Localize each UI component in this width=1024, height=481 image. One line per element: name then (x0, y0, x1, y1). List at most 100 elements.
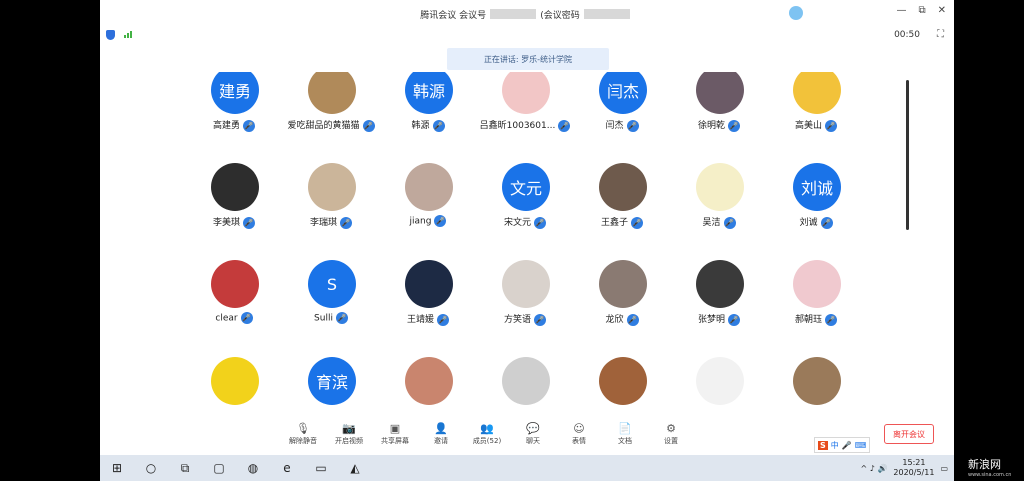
participant-name: 王靖媛 🎤 (378, 312, 478, 326)
mic-muted-icon: 🎤 (240, 312, 253, 324)
participant-tile[interactable] (669, 337, 769, 412)
ime-lang[interactable]: 中 (831, 440, 839, 451)
participant-avatar: 闫杰 (599, 72, 647, 114)
participant-name: 郝朝珏 🎤 (766, 312, 866, 326)
meeting-window: 腾讯会议 会议号 (会议密码 — ⧉ ✕ 00:50 ⛶ 正在讲话: 罗乐-统计… (100, 0, 954, 481)
participant-tile[interactable]: clear 🎤 (184, 240, 284, 336)
mic-muted-icon: 🎤 (820, 216, 833, 229)
tencent-meeting-icon[interactable]: ◭ (338, 455, 372, 481)
minimize-button[interactable]: — (896, 5, 906, 16)
leave-meeting-button[interactable]: 离开会议 (884, 424, 934, 444)
notification-icon[interactable]: ▭ (940, 464, 948, 473)
folder-icon[interactable]: ▭ (304, 455, 338, 481)
participant-tile[interactable]: 王靖媛 🎤 (378, 240, 478, 336)
participant-tile[interactable]: 郝朝珏 🎤 (766, 240, 866, 336)
participant-tile[interactable]: 高美山 🎤 (766, 72, 866, 142)
ime-keyboard-icon[interactable]: ⌨ (855, 441, 867, 450)
members-button[interactable]: 👥 成员(52) (464, 422, 510, 452)
participant-tile[interactable]: 文元 宋文元 🎤 (475, 143, 575, 239)
ime-toolbar[interactable]: S 中 🎤 ⌨ (814, 437, 871, 453)
participant-name-text: 吴洁 (702, 218, 721, 228)
docs-button[interactable]: 📄 文档 (602, 422, 648, 452)
chat-button[interactable]: 💬 聊天 (510, 422, 556, 452)
participant-tile[interactable]: 方笑语 🎤 (475, 240, 575, 336)
participant-name-text: 方笑语 (503, 315, 531, 325)
signal-icon[interactable] (124, 31, 132, 38)
participant-avatar (502, 357, 550, 405)
participant-name: 方笑语 🎤 (475, 312, 575, 326)
participant-tile[interactable] (378, 337, 478, 412)
mute-button[interactable]: 🎙 解除静音 (280, 422, 326, 452)
participant-tile[interactable]: 刘诚 刘诚 🎤 (766, 143, 866, 239)
participant-name-text: 刘诚 (799, 218, 818, 228)
participant-name-text: 李美琪 (212, 218, 240, 228)
participant-name-text: 王鑫子 (600, 218, 628, 228)
participant-avatar (308, 72, 356, 114)
participant-avatar (308, 163, 356, 211)
participant-avatar (405, 260, 453, 308)
participant-name: 吕鑫昕1003601... 🎤 (475, 118, 575, 132)
participant-avatar (793, 260, 841, 308)
participant-tile[interactable] (572, 337, 672, 412)
settings-button[interactable]: ⚙ 设置 (648, 422, 694, 452)
participant-tile[interactable]: 吕鑫昕1003601... 🎤 (475, 72, 575, 142)
participant-tile[interactable]: 建勇 高建勇 🎤 (184, 72, 284, 142)
participant-name-text: 徐明乾 (697, 121, 725, 131)
participant-avatar (696, 260, 744, 308)
restore-button[interactable]: ⧉ (918, 5, 925, 16)
clock[interactable]: 15:21 2020/5/11 (893, 458, 934, 478)
participant-tile[interactable]: jiang 🎤 (378, 143, 478, 239)
participant-name: jiang 🎤 (378, 215, 478, 227)
participant-tile[interactable]: 龙欣 🎤 (572, 240, 672, 336)
app-title: 腾讯会议 (420, 10, 457, 21)
task-view-icon[interactable]: ⧉ (168, 455, 202, 481)
window-controls: — ⧉ ✕ (896, 5, 946, 16)
participant-tile[interactable]: 李瑞琪 🎤 (281, 143, 381, 239)
meeting-id-label: 会议号 (459, 10, 487, 21)
fullscreen-icon[interactable]: ⛶ (937, 29, 944, 40)
participant-tile[interactable]: 王鑫子 🎤 (572, 143, 672, 239)
participant-tile[interactable]: 闫杰 闫杰 🎤 (572, 72, 672, 142)
password-label: (会议密码 (540, 10, 580, 21)
participant-avatar: 建勇 (211, 72, 259, 114)
close-button[interactable]: ✕ (938, 5, 946, 16)
participant-tile[interactable]: 爱吃甜品的黄猫猫 🎤 (281, 72, 381, 142)
app-icon-1[interactable]: ▢ (202, 455, 236, 481)
participant-avatar: 韩源 (405, 72, 453, 114)
reactions-button[interactable]: ☺ 表情 (556, 422, 602, 452)
mic-muted-icon: 🎤 (825, 119, 837, 132)
participant-tile[interactable] (184, 337, 284, 412)
participant-tile[interactable]: 徐明乾 🎤 (669, 72, 769, 142)
participant-name-text: 高建勇 (212, 121, 240, 131)
scrollbar[interactable] (906, 80, 909, 230)
invite-button[interactable]: 👤 邀请 (418, 422, 464, 452)
members-icon: 👥 (480, 422, 494, 435)
mic-muted-icon: 🎤 (434, 215, 447, 227)
user-avatar[interactable] (789, 6, 803, 20)
share-screen-button[interactable]: ▣ 共享屏幕 (372, 422, 418, 452)
shield-icon[interactable] (106, 30, 115, 40)
windows-start-icon[interactable]: ⊞ (100, 455, 134, 481)
participant-avatar: 刘诚 (793, 163, 841, 211)
participant-tile[interactable]: 张梦明 🎤 (669, 240, 769, 336)
edge-icon[interactable]: e (270, 455, 304, 481)
participant-name-text: 李瑞琪 (309, 218, 337, 228)
participant-tile[interactable] (475, 337, 575, 412)
participant-tile[interactable]: S Sulli 🎤 (281, 240, 381, 336)
cortana-icon[interactable]: ○ (134, 455, 168, 481)
participant-tile[interactable]: 吴洁 🎤 (669, 143, 769, 239)
participant-name: 刘诚 🎤 (766, 215, 866, 229)
mic-muted-icon: 🎤 (534, 216, 546, 229)
participant-tile[interactable] (766, 337, 866, 412)
participant-tile[interactable]: 育滨 (281, 337, 381, 412)
tray-icons[interactable]: ^ ♪ 🔊 (861, 464, 888, 473)
participant-name-text: 韩源 (411, 121, 430, 131)
participant-name: 王鑫子 🎤 (572, 215, 672, 229)
participant-tile[interactable]: 李美琪 🎤 (184, 143, 284, 239)
video-button[interactable]: 📷 开启视频 (326, 422, 372, 452)
participant-avatar (405, 163, 453, 211)
meeting-id-redacted (490, 9, 537, 19)
browser-icon[interactable]: ◍ (236, 455, 270, 481)
ime-mic-icon[interactable]: 🎤 (842, 441, 852, 450)
participant-tile[interactable]: 韩源 韩源 🎤 (378, 72, 478, 142)
